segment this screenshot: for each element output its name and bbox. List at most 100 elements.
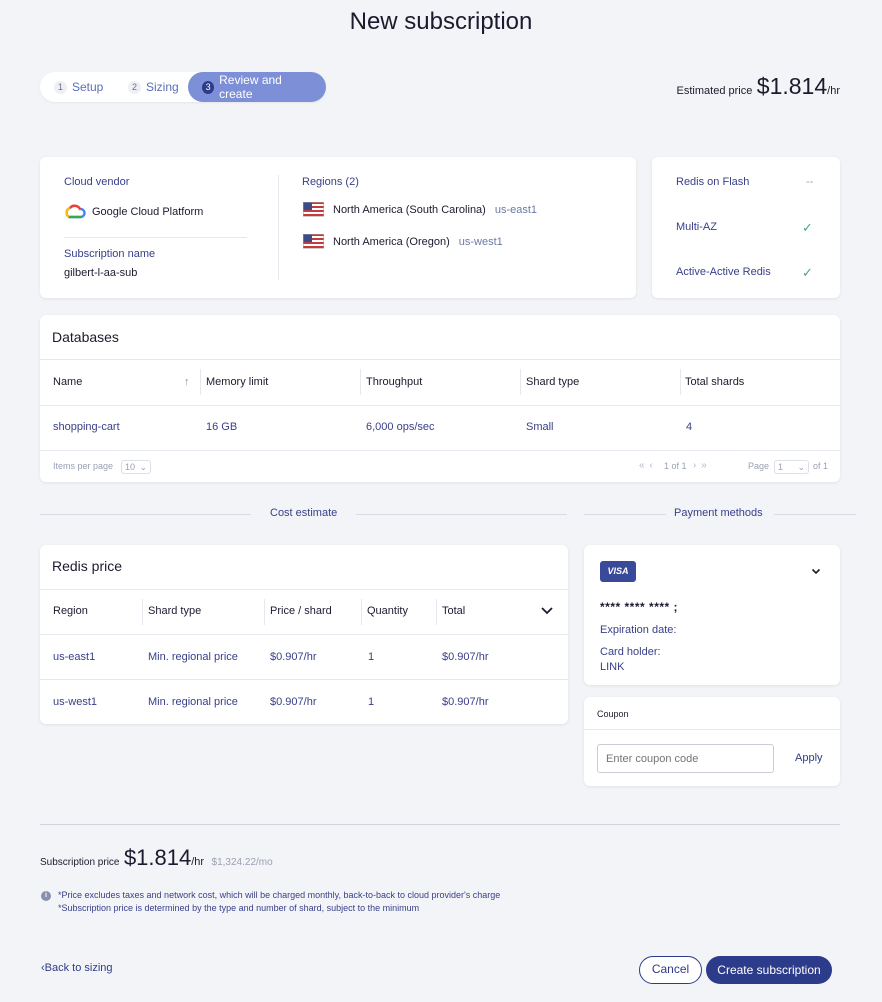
redis-price-card: Redis price Region Shard type Price / sh… — [40, 545, 568, 724]
step-setup[interactable]: 1 Setup — [54, 72, 103, 102]
page-select[interactable]: 1 ⌄ — [774, 460, 809, 474]
region-code: us-east1 — [494, 203, 538, 216]
next-last-page-icons[interactable]: › » — [693, 460, 708, 471]
multi-az-label: Multi-AZ — [676, 221, 717, 233]
us-flag-icon — [303, 202, 324, 217]
divider — [40, 450, 840, 451]
back-to-sizing-label: Back to sizing — [44, 962, 113, 974]
redis-on-flash-label: Redis on Flash — [676, 176, 750, 188]
divider — [40, 589, 568, 590]
region-name: North America (Oregon) — [333, 235, 450, 248]
items-per-page-value: 10 — [125, 462, 136, 472]
table-row: us-west1 Min. regional price $0.907/hr 1… — [40, 680, 568, 724]
regions-label: Regions (2) — [302, 176, 359, 188]
step-label: Setup — [72, 80, 104, 94]
region-name: North America (South Carolina) — [333, 203, 486, 216]
apply-coupon-button[interactable]: Apply — [795, 752, 823, 764]
column-header-throughput[interactable]: Throughput — [366, 376, 422, 388]
page-value: 1 — [778, 462, 784, 472]
subscription-name-value: gilbert-l-aa-sub — [64, 267, 138, 279]
card-number: **** **** **** ; — [600, 600, 679, 614]
page-title: New subscription — [349, 8, 533, 35]
items-per-page-label: Items per page — [53, 461, 114, 471]
first-prev-page-icons[interactable]: « ‹ — [639, 460, 654, 471]
cloud-vendor-value: Google Cloud Platform — [92, 206, 204, 218]
estimated-price: Estimated price $1.814/hr — [677, 73, 840, 100]
divider — [361, 599, 362, 625]
subscription-summary-card: Cloud vendor Google Cloud Platform Subsc… — [40, 157, 636, 298]
chevron-down-icon[interactable] — [539, 602, 555, 618]
price-note-minimum: *Subscription price is determined by the… — [58, 903, 420, 913]
expiration-date-label: Expiration date: — [600, 624, 677, 636]
back-to-sizing-link[interactable]: ‹Back to sizing — [41, 962, 113, 974]
region-cell: us-east1 — [53, 651, 96, 663]
step-number: 2 — [128, 80, 141, 94]
divider — [142, 599, 143, 625]
payment-method-card[interactable]: VISA **** **** **** ; Expiration date: C… — [584, 545, 840, 685]
price-note-taxes: *Price excludes taxes and network cost, … — [58, 890, 501, 900]
divider — [436, 599, 437, 625]
check-icon: ✓ — [802, 220, 813, 235]
features-card: Redis on Flash -- Multi-AZ ✓ Active-Acti… — [652, 157, 840, 298]
sort-arrow-icon[interactable]: ↑ — [184, 376, 190, 388]
column-header-quantity: Quantity — [367, 605, 408, 617]
divider — [40, 824, 840, 825]
divider — [64, 237, 247, 238]
table-row[interactable]: shopping-cart 16 GB 6,000 ops/sec Small … — [40, 406, 840, 450]
subscription-price-value: $1.814 — [123, 845, 192, 870]
active-active-label: Active-Active Redis — [676, 266, 771, 278]
divider — [584, 729, 840, 730]
column-header-shard-type: Shard type — [148, 605, 202, 617]
check-icon: ✓ — [802, 265, 813, 280]
items-per-page-select[interactable]: 10 ⌄ — [121, 460, 151, 474]
estimated-price-value: $1.814 — [756, 73, 828, 99]
cancel-button[interactable]: Cancel — [639, 956, 702, 984]
database-name[interactable]: shopping-cart — [53, 421, 120, 433]
page-label: Page — [748, 461, 770, 471]
step-sizing[interactable]: 2 Sizing — [128, 72, 179, 102]
cost-estimate-heading: Cost estimate — [270, 507, 338, 519]
divider — [278, 175, 279, 280]
divider — [264, 599, 265, 625]
column-header-shard-type[interactable]: Shard type — [526, 376, 579, 388]
column-header-total: Total — [442, 605, 466, 617]
coupon-card: Coupon Apply — [584, 697, 840, 786]
quantity-cell: 1 — [368, 696, 375, 708]
price-per-shard-cell: $0.907/hr — [270, 696, 317, 708]
table-row: us-east1 Min. regional price $0.907/hr 1… — [40, 635, 568, 679]
cloud-vendor-label: Cloud vendor — [64, 176, 130, 188]
region-row: North America (South Carolina) us-east1 — [303, 202, 537, 217]
card-holder-value: LINK — [600, 661, 625, 673]
divider — [356, 514, 567, 515]
coupon-code-input[interactable] — [597, 744, 774, 773]
chevron-down-icon: ⌄ — [139, 462, 147, 472]
create-subscription-button[interactable]: Create subscription — [706, 956, 832, 984]
divider — [584, 514, 666, 515]
redis-on-flash-value: -- — [806, 176, 814, 188]
column-header-name[interactable]: Name — [53, 376, 82, 388]
total-cell: $0.907/hr — [442, 651, 489, 663]
databases-card: Databases Name ↑ Memory limit Throughput… — [40, 315, 840, 482]
step-review-and-create[interactable]: 3 Review and create — [188, 72, 326, 102]
estimated-price-unit: /hr — [827, 85, 840, 97]
step-label: Review and create — [219, 73, 282, 101]
estimated-price-label: Estimated price — [676, 85, 753, 97]
google-cloud-icon — [64, 203, 86, 221]
memory-limit-cell: 16 GB — [206, 421, 238, 433]
divider — [40, 514, 251, 515]
column-header-total-shards[interactable]: Total shards — [685, 376, 744, 388]
subscription-monthly-price: $1,324.22/mo — [211, 857, 273, 868]
step-number: 1 — [54, 80, 67, 94]
region-cell: us-west1 — [53, 696, 98, 708]
of-pages-label: of 1 — [813, 461, 829, 471]
subscription-price: Subscription price $1.814/hr $1,324.22/m… — [40, 845, 273, 871]
step-number: 3 — [202, 80, 215, 94]
region-code: us-west1 — [458, 235, 503, 248]
total-shards-cell: 4 — [686, 421, 693, 433]
column-header-memory-limit[interactable]: Memory limit — [206, 376, 268, 388]
column-header-region: Region — [53, 605, 88, 617]
chevron-down-icon[interactable] — [810, 564, 822, 576]
chevron-down-icon: ⌄ — [797, 462, 805, 472]
column-header-price-per-shard: Price / shard — [270, 605, 332, 617]
region-row: North America (Oregon) us-west1 — [303, 234, 503, 249]
